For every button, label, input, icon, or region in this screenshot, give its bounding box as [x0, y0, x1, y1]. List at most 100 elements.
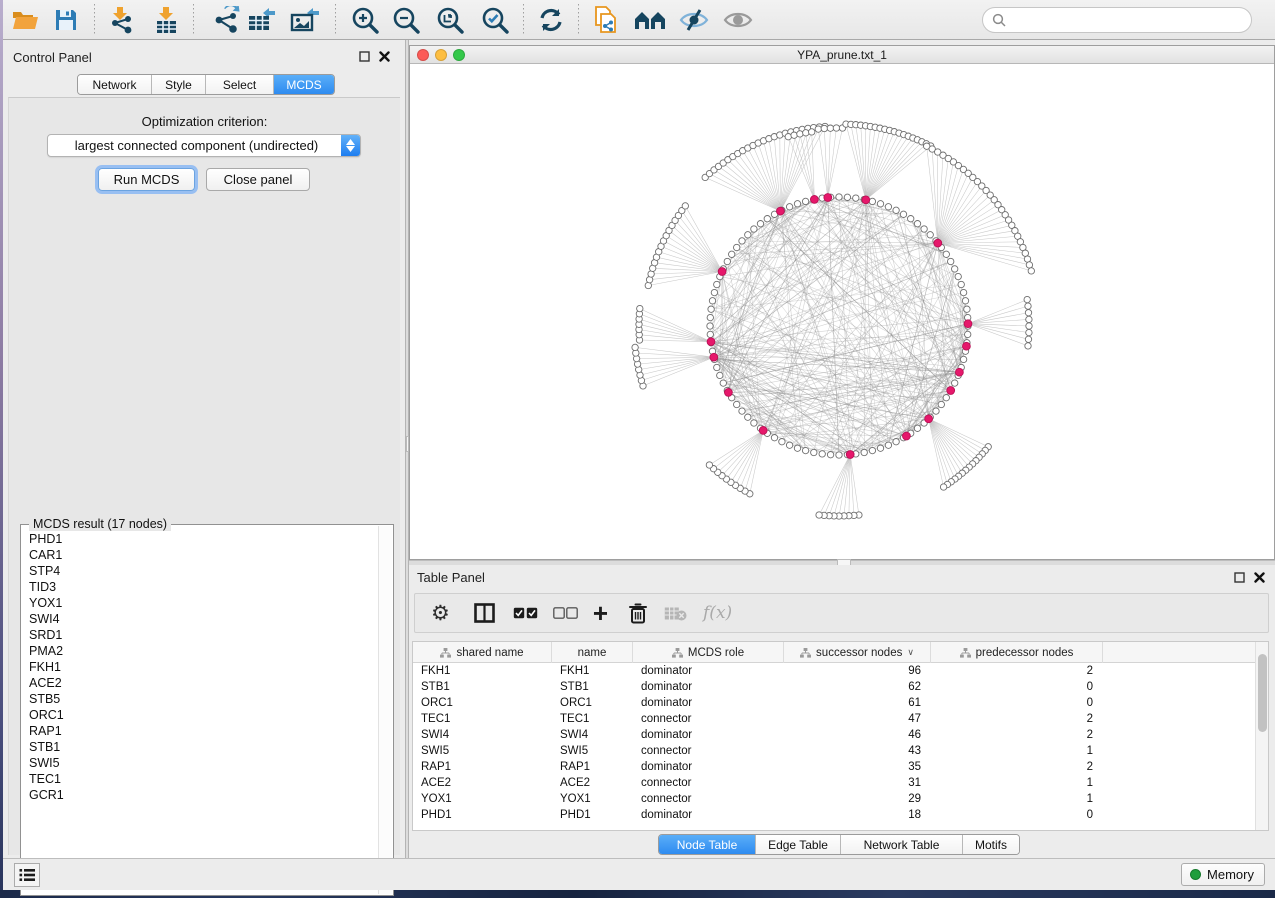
mcds-result-item[interactable]: FKH1	[22, 659, 378, 675]
show-columns-button[interactable]	[474, 595, 495, 631]
graph-node[interactable]	[853, 195, 859, 201]
graph-node[interactable]	[745, 414, 751, 420]
graph-node[interactable]	[952, 266, 958, 272]
mcds-graph-node[interactable]	[934, 239, 942, 247]
graph-node[interactable]	[943, 395, 949, 401]
mcds-graph-node[interactable]	[956, 368, 964, 376]
automation-panel-button[interactable]	[14, 863, 40, 887]
graph-node[interactable]	[893, 439, 899, 445]
graph-node[interactable]	[960, 289, 966, 295]
graph-node[interactable]	[965, 331, 971, 337]
network-window-titlebar[interactable]: YPA_prune.txt_1	[410, 46, 1274, 64]
graph-node[interactable]	[861, 449, 867, 455]
mcds-result-item[interactable]: RAP1	[22, 723, 378, 739]
graph-node[interactable]	[908, 216, 914, 222]
graph-node[interactable]	[1022, 250, 1028, 256]
graph-node[interactable]	[797, 131, 803, 137]
tab-network-table[interactable]: Network Table	[841, 835, 963, 854]
graph-node[interactable]	[734, 244, 740, 250]
run-mcds-button[interactable]: Run MCDS	[98, 168, 195, 191]
new-network-from-selection-button[interactable]	[589, 4, 623, 36]
graph-node[interactable]	[706, 462, 712, 468]
graph-node[interactable]	[745, 232, 751, 238]
tab-style[interactable]: Style	[152, 75, 206, 94]
graph-node[interactable]	[803, 130, 809, 136]
graph-node[interactable]	[809, 129, 815, 135]
mcds-result-item[interactable]: SWI4	[22, 611, 378, 627]
graph-node[interactable]	[645, 282, 651, 288]
table-row[interactable]: PHD1PHD1dominator180	[413, 807, 1268, 823]
graph-node[interactable]	[940, 484, 946, 490]
graph-node[interactable]	[877, 201, 883, 207]
graph-node[interactable]	[960, 356, 966, 362]
graph-node[interactable]	[885, 204, 891, 210]
delete-column-button[interactable]	[629, 595, 647, 631]
mcds-result-item[interactable]: YOX1	[22, 595, 378, 611]
graph-node[interactable]	[794, 445, 800, 451]
graph-node[interactable]	[757, 221, 763, 227]
graph-node[interactable]	[1026, 262, 1032, 268]
criterion-dropdown[interactable]: largest connected component (undirected)	[47, 134, 361, 157]
graph-node[interactable]	[811, 449, 817, 455]
graph-node[interactable]	[729, 251, 735, 257]
mcds-graph-node[interactable]	[964, 320, 972, 328]
float-table-panel-button[interactable]	[1233, 571, 1246, 584]
table-row[interactable]: SWI5SWI5connector431	[413, 743, 1268, 759]
zoom-out-button[interactable]	[389, 4, 423, 36]
table-row[interactable]: TEC1TEC1connector472	[413, 711, 1268, 727]
graph-node[interactable]	[764, 216, 770, 222]
graph-node[interactable]	[707, 323, 713, 329]
mcds-graph-node[interactable]	[777, 207, 785, 215]
graph-node[interactable]	[714, 364, 720, 370]
first-neighbors-button[interactable]	[633, 4, 667, 36]
graph-node[interactable]	[720, 380, 726, 386]
graph-node[interactable]	[1026, 316, 1032, 322]
graph-node[interactable]	[1025, 336, 1031, 342]
graph-node[interactable]	[707, 314, 713, 320]
graph-node[interactable]	[739, 408, 745, 414]
column-header-name[interactable]: name	[552, 642, 633, 663]
table-row[interactable]: ORC1ORC1dominator610	[413, 695, 1268, 711]
graph-node[interactable]	[885, 442, 891, 448]
graph-node[interactable]	[682, 203, 688, 209]
graph-node[interactable]	[724, 258, 730, 264]
mcds-graph-node[interactable]	[862, 196, 870, 204]
graph-node[interactable]	[900, 211, 906, 217]
create-column-button[interactable]: +	[593, 595, 608, 631]
graph-node[interactable]	[964, 306, 970, 312]
float-panel-button[interactable]	[358, 50, 371, 63]
graph-node[interactable]	[914, 425, 920, 431]
graph-node[interactable]	[637, 305, 643, 311]
mcds-result-list[interactable]: PHD1CAR1STP4TID3YOX1SWI4SRD1PMA2FKH1ACE2…	[22, 531, 378, 894]
tab-edge-table[interactable]: Edge Table	[756, 835, 841, 854]
column-header-shared-name[interactable]: shared name	[413, 642, 552, 663]
graph-node[interactable]	[927, 232, 933, 238]
graph-node[interactable]	[958, 281, 964, 287]
mcds-result-item[interactable]: CAR1	[22, 547, 378, 563]
mcds-graph-node[interactable]	[759, 427, 767, 435]
network-canvas[interactable]	[410, 64, 1274, 559]
table-row[interactable]: RAP1RAP1dominator352	[413, 759, 1268, 775]
network-search[interactable]	[982, 7, 1252, 33]
table-row[interactable]: SWI4SWI4dominator462	[413, 727, 1268, 743]
table-row[interactable]: FKH1FKH1dominator962	[413, 663, 1268, 679]
table-row[interactable]: ACE2ACE2connector311	[413, 775, 1268, 791]
column-header-successor-nodes[interactable]: successor nodes∨	[784, 642, 931, 663]
mcds-result-item[interactable]: ORC1	[22, 707, 378, 723]
tab-motifs[interactable]: Motifs	[963, 835, 1019, 854]
graph-node[interactable]	[869, 447, 875, 453]
mcds-graph-node[interactable]	[947, 387, 955, 395]
search-input[interactable]	[1011, 13, 1251, 27]
mcds-graph-node[interactable]	[811, 196, 819, 204]
graph-node[interactable]	[1025, 343, 1031, 349]
graph-node[interactable]	[815, 126, 821, 132]
graph-node[interactable]	[869, 198, 875, 204]
graph-node[interactable]	[711, 289, 717, 295]
graph-node[interactable]	[751, 226, 757, 232]
unselect-all-columns-button[interactable]	[553, 595, 578, 631]
graph-node[interactable]	[948, 258, 954, 264]
graph-node[interactable]	[751, 420, 757, 426]
graph-node[interactable]	[827, 452, 833, 458]
graph-node[interactable]	[708, 306, 714, 312]
graph-node[interactable]	[707, 331, 713, 337]
